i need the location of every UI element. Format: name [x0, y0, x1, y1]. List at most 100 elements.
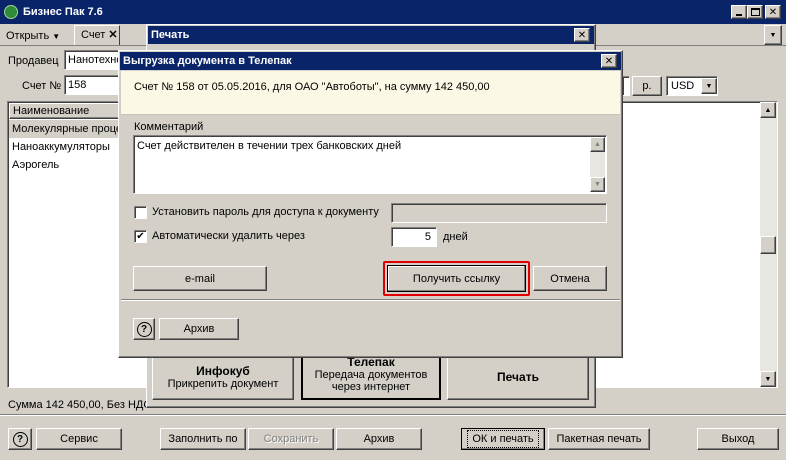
close-icon: ✕ [577, 29, 587, 41]
seller-value: Нанотехнологии [68, 54, 123, 66]
invoice-number-field[interactable]: 158 [64, 75, 124, 95]
exit-button-label: Выход [721, 433, 755, 445]
scroll-down-icon: ▼ [764, 375, 772, 383]
dropdown-arrow-icon: ▼ [769, 31, 777, 39]
ok-print-button[interactable]: ОК и печать [461, 428, 545, 450]
scroll-thumb[interactable] [760, 236, 776, 254]
print-button[interactable]: Печать [447, 354, 589, 400]
service-button[interactable]: Сервис [36, 428, 122, 450]
comment-scroll-down[interactable]: ▼ [590, 177, 605, 192]
save-button[interactable]: Сохранить [248, 428, 334, 450]
fill-by-button-label: Заполнить по [168, 433, 238, 445]
infocube-subtitle: Прикрепить документ [167, 378, 279, 390]
batch-print-button-label: Пакетная печать [556, 433, 642, 445]
print-window-title-bar: Печать [148, 26, 594, 44]
comment-text: Счет действителен в течении трех банковс… [137, 140, 402, 152]
tab-close-icon: ✕ [108, 29, 118, 41]
dialog-archive-button[interactable]: Архив [159, 318, 239, 340]
infocube-title: Инфокуб [196, 364, 250, 378]
print-window-title: Печать [151, 29, 190, 41]
scroll-up-icon: ▲ [594, 141, 601, 148]
comment-label: Комментарий [134, 121, 204, 133]
archive-button-label: Архив [363, 433, 395, 445]
scroll-up-button[interactable]: ▲ [760, 102, 776, 118]
autodelete-checkbox[interactable]: ✔ [134, 230, 147, 243]
bottom-divider [0, 414, 786, 416]
email-button[interactable]: e-mail [133, 266, 267, 291]
exit-button[interactable]: Выход [697, 428, 779, 450]
help-icon: ? [136, 321, 152, 337]
scroll-up-icon: ▲ [764, 106, 772, 114]
service-button-label: Сервис [60, 433, 98, 445]
invoice-number-label: Счет № [22, 80, 62, 92]
dialog-info-panel [121, 71, 620, 115]
help-button[interactable]: ? [8, 428, 32, 450]
archive-button[interactable]: Архив [336, 428, 422, 450]
save-button-label: Сохранить [263, 433, 319, 445]
password-label: Установить пароль для доступа к документ… [152, 206, 379, 218]
seller-field[interactable]: Нанотехнологии [64, 50, 124, 70]
dialog-close-button[interactable]: ✕ [601, 54, 617, 68]
invoice-number-value: 158 [68, 79, 87, 91]
telepak-subtitle-1: Передача документов [314, 369, 428, 381]
telepak-button[interactable]: Телепак Передача документов через интерн… [301, 354, 441, 400]
fill-by-button[interactable]: Заполнить по [160, 428, 246, 450]
status-sum: Сумма 142 450,00, Без НДС [8, 399, 148, 411]
minimize-icon [736, 14, 742, 16]
currency-dropdown-button[interactable]: ▼ [701, 78, 717, 94]
maximize-button[interactable] [747, 5, 763, 19]
dialog-help-button[interactable]: ? [133, 318, 155, 340]
scroll-down-icon: ▼ [594, 181, 601, 188]
dialog-title: Выгрузка документа в Телепак [123, 55, 292, 67]
print-button-label: Печать [497, 370, 539, 384]
currency-unit-label: р. [642, 80, 652, 92]
open-menu[interactable]: Открыть ▼ [6, 28, 60, 44]
infocube-button[interactable]: Инфокуб Прикрепить документ [152, 354, 294, 400]
open-menu-label: Открыть [6, 30, 50, 42]
days-input[interactable]: 5 [391, 227, 437, 247]
batch-print-button[interactable]: Пакетная печать [548, 428, 650, 450]
table-row[interactable]: Молекулярные процессоры [9, 120, 123, 138]
dialog-title-bar: Выгрузка документа в Телепак [120, 52, 621, 70]
dialog-info-text: Счет № 158 от 05.05.2016, для ОАО "Автоб… [134, 81, 490, 93]
tab-list-dropdown[interactable]: ▼ [764, 25, 782, 45]
days-label: дней [443, 231, 468, 243]
tab-invoice-label: Счет [81, 29, 106, 41]
password-checkbox[interactable] [134, 206, 147, 219]
autodelete-label: Автоматически удалить через [152, 230, 305, 242]
table-header-name[interactable]: Наименование [9, 103, 123, 119]
dropdown-arrow-icon: ▼ [705, 82, 713, 90]
close-icon: ✕ [768, 6, 778, 18]
currency-value: USD [671, 80, 695, 92]
tab-invoice[interactable]: Счет ✕ [74, 25, 120, 45]
close-button[interactable]: ✕ [765, 5, 781, 19]
table-row[interactable]: Аэрогель [9, 156, 123, 174]
password-field[interactable] [391, 203, 607, 223]
currency-unit-button[interactable]: р. [632, 76, 662, 96]
checkmark-icon: ✔ [136, 230, 145, 242]
ok-print-button-label: ОК и печать [467, 430, 539, 448]
table-header-name-label: Наименование [13, 105, 90, 117]
main-title-bar: Бизнес Пак 7.6 [0, 0, 786, 24]
get-link-button[interactable]: Получить ссылку [387, 265, 526, 292]
help-icon: ? [12, 431, 28, 447]
cancel-button[interactable]: Отмена [533, 266, 607, 291]
days-value: 5 [424, 231, 431, 243]
email-button-label: e-mail [185, 272, 215, 285]
seller-label: Продавец [8, 55, 59, 67]
print-window-close-button[interactable]: ✕ [574, 28, 590, 42]
minimize-button[interactable] [731, 5, 747, 19]
table-row[interactable]: Наноаккумуляторы [9, 138, 123, 156]
dialog-divider [121, 299, 620, 301]
telepak-subtitle-2: через интернет [331, 381, 411, 393]
close-icon: ✕ [604, 55, 614, 67]
scroll-down-button[interactable]: ▼ [760, 371, 776, 387]
currency-amount-field[interactable] [622, 76, 630, 96]
dialog-archive-label: Архив [183, 323, 215, 335]
app-logo-icon [4, 5, 18, 19]
comment-scroll-up[interactable]: ▲ [590, 137, 605, 152]
app-title: Бизнес Пак 7.6 [23, 6, 103, 18]
maximize-icon [750, 8, 760, 16]
dropdown-arrow-icon: ▼ [52, 32, 61, 41]
get-link-button-label: Получить ссылку [412, 272, 501, 285]
